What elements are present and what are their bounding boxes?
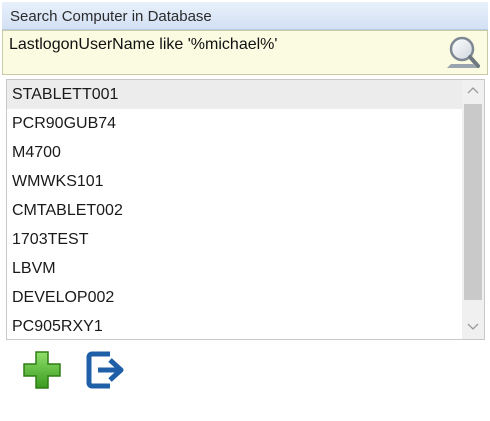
list-item[interactable]: M4700 bbox=[7, 138, 462, 167]
exit-button[interactable] bbox=[84, 348, 128, 392]
scroll-thumb[interactable] bbox=[464, 104, 482, 300]
list-item[interactable]: LBVM bbox=[7, 254, 462, 283]
list-items: STABLETT001 PCR90GUB74 M4700 WMWKS101 CM… bbox=[7, 80, 462, 339]
magnifier-icon bbox=[447, 36, 480, 68]
title-bar: Search Computer in Database bbox=[2, 2, 488, 30]
search-computer-panel: Search Computer in Database LastlogonUse… bbox=[0, 0, 490, 421]
scroll-down-arrow[interactable] bbox=[462, 317, 484, 339]
panel-title: Search Computer in Database bbox=[10, 8, 212, 25]
green-plus-icon bbox=[23, 351, 61, 389]
chevron-down-icon bbox=[467, 323, 479, 330]
list-item[interactable]: PC905RXY1 bbox=[7, 312, 462, 339]
list-item[interactable]: STABLETT001 bbox=[7, 80, 462, 109]
add-button[interactable] bbox=[20, 348, 64, 392]
list-item[interactable]: 1703TEST bbox=[7, 225, 462, 254]
search-query-input[interactable]: LastlogonUserName like '%michael%' bbox=[9, 36, 439, 58]
search-row: LastlogonUserName like '%michael%' bbox=[2, 30, 488, 75]
chevron-up-icon bbox=[467, 87, 479, 94]
list-item[interactable]: DEVELOP002 bbox=[7, 283, 462, 312]
search-button[interactable] bbox=[443, 33, 483, 71]
scroll-up-arrow[interactable] bbox=[462, 80, 484, 102]
vertical-scrollbar[interactable] bbox=[462, 80, 484, 339]
list-item[interactable]: PCR90GUB74 bbox=[7, 109, 462, 138]
list-item[interactable]: WMWKS101 bbox=[7, 167, 462, 196]
exit-arrow-icon bbox=[86, 351, 124, 389]
computer-results-list[interactable]: STABLETT001 PCR90GUB74 M4700 WMWKS101 CM… bbox=[6, 79, 485, 340]
list-item[interactable]: CMTABLET002 bbox=[7, 196, 462, 225]
